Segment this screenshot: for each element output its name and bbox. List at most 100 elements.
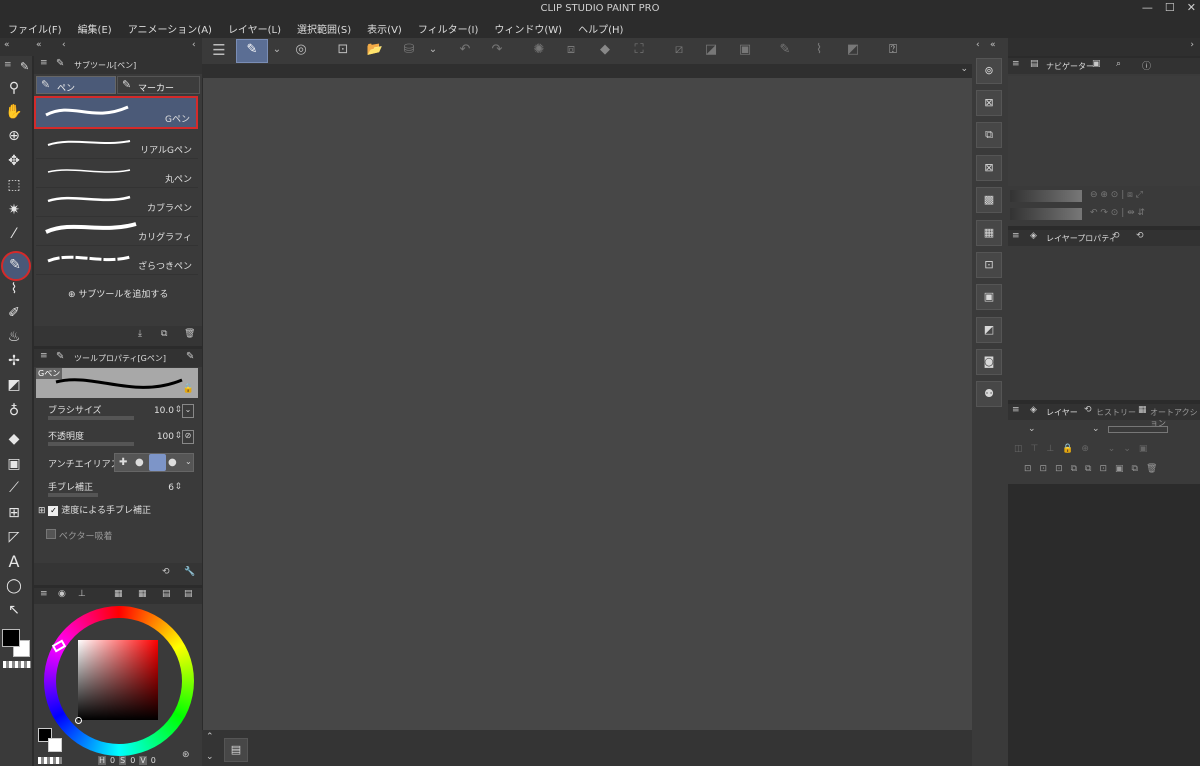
blend-mode-dropdown-icon[interactable]: ⌄ [1028,424,1036,434]
color-slider-tab-icon[interactable]: ⊥ [78,589,86,599]
opacity-link-icon[interactable]: ⊘ [182,430,194,444]
stabilization-row[interactable]: 手ブレ補正 6 ⇕ [36,478,196,500]
opacity-dropdown-icon[interactable]: ⌄ [1092,424,1100,434]
maximize-icon[interactable]: ☐ [1165,1,1175,14]
brush-icon[interactable]: ⌇ [2,282,26,296]
brush-item[interactable]: カリグラフィ [36,217,198,246]
fill-out-icon[interactable]: ◪ [700,42,722,58]
help-icon[interactable]: ⍰ [882,42,904,58]
text-icon[interactable]: A [2,554,26,570]
material7-icon[interactable]: ▣ [976,284,1002,310]
minimize-icon[interactable]: — [1142,1,1153,14]
duplicate-icon[interactable]: ⧉ [161,329,167,339]
size-dropdown-icon[interactable]: ⌄ [182,404,194,418]
brush-settings-icon[interactable]: ✎ [186,351,194,362]
layer-title[interactable]: レイヤー [1046,407,1078,418]
collapse-left-icon[interactable]: « [4,40,10,50]
info-tab-icon[interactable]: ⓘ [1142,59,1151,72]
material6-icon[interactable]: ⊡ [976,252,1002,278]
pencil-icon[interactable]: ✐ [2,306,26,320]
eraser-icon[interactable]: ◩ [2,378,26,392]
blend-icon[interactable]: ♁ [2,404,26,418]
antialias-row[interactable]: アンチエイリアス ✚ ● ● ⌄ [36,452,196,474]
history-tab-icon[interactable]: ⟲ [1084,405,1092,415]
zoom-slider[interactable] [1010,190,1082,202]
undo-icon[interactable]: ↶ [454,42,476,58]
open-icon[interactable]: 📂 [364,42,386,58]
menu-view[interactable]: 表示(V) [367,21,402,36]
airbrush-icon[interactable]: ♨ [2,330,26,344]
sub-color-mini[interactable] [48,738,62,752]
brush-size-row[interactable]: ブラシサイズ 10.0 ⇕ ⌄ [36,401,196,423]
gradient-icon[interactable]: ▣ [2,457,26,471]
rotate-icon[interactable]: ⊕ [2,129,26,143]
layer-search-tab-icon[interactable]: ⟲ [1112,231,1120,241]
main-color-front[interactable] [2,629,20,647]
opacity-slider[interactable] [48,442,134,446]
layer-action-icons[interactable]: ⊡⊡⊡⧉⧉⊡▣⧉🗑 [1024,464,1165,474]
material2-icon[interactable]: ⧉ [976,122,1002,148]
material5-icon[interactable]: ▦ [976,220,1002,246]
chevron-right-icon[interactable]: ‹ [192,40,196,50]
menu-icon[interactable]: ☰ [208,42,230,58]
clear-icon[interactable]: ⧄ [668,42,690,58]
zoom-icon[interactable]: ⚲ [2,81,26,95]
redo-icon[interactable]: ↷ [486,42,508,58]
expand-up-icon[interactable]: ⌃ [206,732,214,742]
hand-icon[interactable]: ✋ [2,105,26,119]
spinner-icon[interactable]: ⇕ [174,431,182,441]
transform-icon[interactable]: ⧈ [560,42,582,58]
layer-opacity-slider[interactable] [1108,426,1168,433]
material9-icon[interactable]: ◙ [976,349,1002,375]
layer-property-title[interactable]: レイヤープロパティ [1046,233,1117,244]
collapse-icon[interactable]: « [36,40,42,50]
antialias-medium-selected[interactable] [149,454,166,471]
line-icon[interactable]: ⟋ [2,481,26,495]
collapse-right-icon[interactable]: › [1190,40,1194,50]
eyedropper-icon[interactable]: ⁄ [2,227,26,241]
history-title[interactable]: ヒストリー [1096,407,1136,418]
menu-file[interactable]: ファイル(F) [8,21,62,36]
layer-lock-icons[interactable]: ◫⊤⊥🔒⊕ ⌄⌄▣ [1014,444,1155,454]
timeline-icon[interactable]: ▤ [224,738,248,762]
brush-item[interactable]: カブラペン [36,188,198,217]
spinner-icon[interactable]: ⇕ [174,482,182,492]
material10-icon[interactable]: ⚉ [976,381,1002,407]
magic-wand-icon[interactable]: ✷ [2,203,26,217]
speed-stab-checkbox[interactable]: ✓ [48,506,59,516]
balloon-icon[interactable]: ◯ [2,579,26,593]
import-icon[interactable]: ⤓ [138,329,142,339]
canvas-area[interactable] [203,78,972,730]
menu-window[interactable]: ウィンドウ(W) [494,21,562,36]
move-icon[interactable]: ✥ [2,154,26,168]
chevron-left-icon[interactable]: ‹ [62,40,66,50]
menu-help[interactable]: ヘルプ(H) [578,21,623,36]
rotate-slider[interactable] [1010,208,1082,220]
expand-icon[interactable]: ⊞ [38,506,46,516]
intermediate-tab-icon[interactable]: ▦ [138,589,147,599]
stabilization-slider[interactable] [48,493,98,497]
brush-item[interactable]: ざらつきペン [36,246,198,275]
antialias-selector[interactable]: ✚ ● ● ⌄ [114,453,194,472]
color-picker-marker[interactable] [75,717,82,724]
zoom-out-icon[interactable]: ⊖ ⊕ ⊙ | ⧈ ⤢ [1090,190,1143,200]
menu-selection[interactable]: 選択範囲(S) [297,21,351,36]
trash-icon[interactable]: 🗑 [184,329,195,339]
transparent-mini[interactable] [38,757,62,764]
navigator-btn-icon[interactable]: ⊚ [976,58,1002,84]
antialias-weak-icon[interactable]: ● [135,457,144,468]
save-icon[interactable]: ⛁ [398,42,420,58]
menu-layer[interactable]: レイヤー(L) [228,21,281,36]
fill-icon[interactable]: ◆ [2,432,26,446]
antialias-dropdown-icon[interactable]: ⌄ [185,457,192,466]
antialias-none-icon[interactable]: ✚ [119,457,127,468]
reset-icon[interactable]: ⟲ [162,567,170,577]
tab-marker[interactable]: ✎ マーカー [117,76,200,94]
auto-action-tab-icon[interactable]: ▦ [1138,405,1147,415]
crop-icon[interactable]: ⛶ [628,42,650,58]
color-settings-icon[interactable]: ⊛ [182,750,190,760]
chevron-left-icon[interactable]: ‹ [976,40,980,50]
dropdown-icon[interactable]: ⌄ [266,42,288,58]
correction-icon[interactable]: ↖ [2,603,26,617]
frame-icon[interactable]: ⊞ [2,506,26,520]
